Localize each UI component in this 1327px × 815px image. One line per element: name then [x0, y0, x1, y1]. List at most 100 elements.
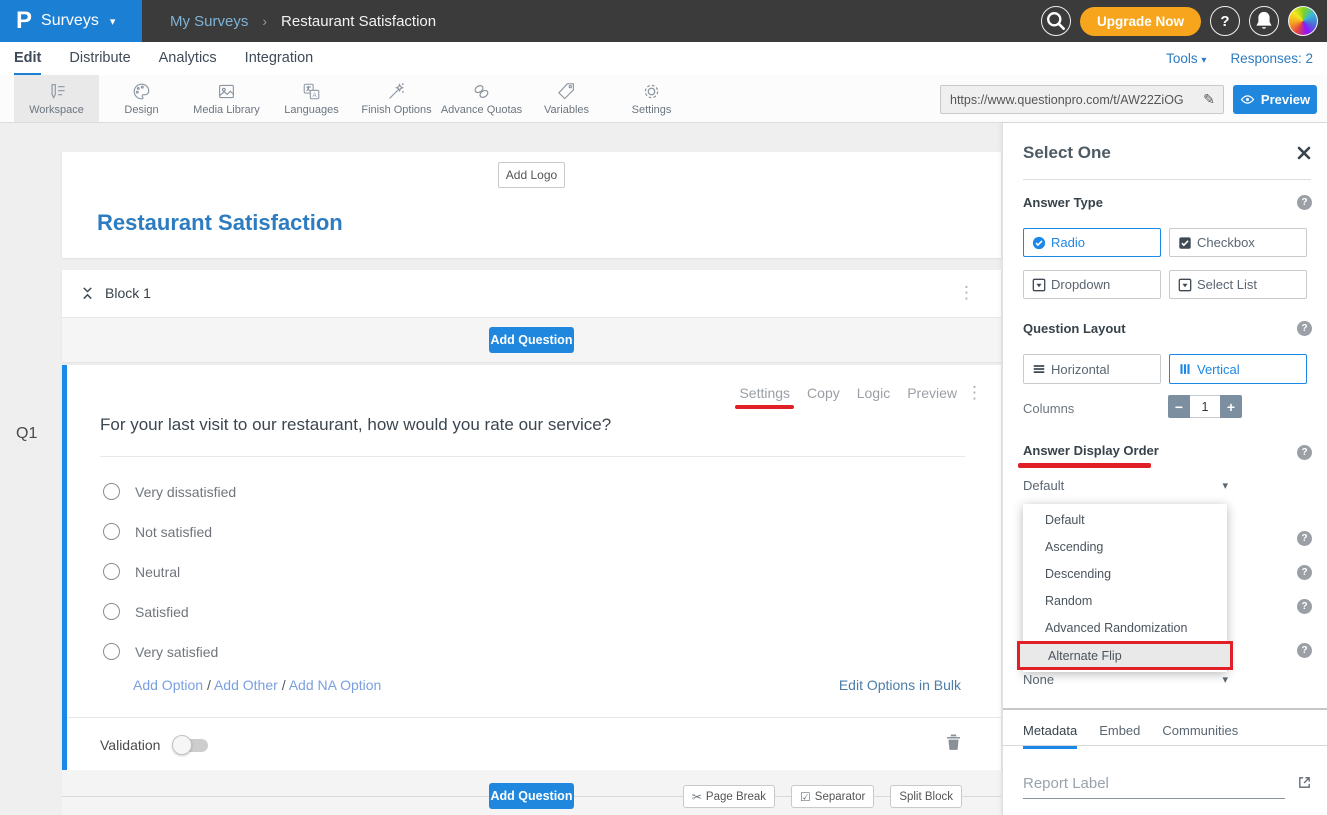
- answer-option-label[interactable]: Very dissatisfied: [135, 484, 236, 500]
- answer-type-dropdown[interactable]: Dropdown: [1023, 270, 1161, 299]
- tab-edit[interactable]: Edit: [14, 42, 41, 75]
- topbar: P Surveys ▾ My Surveys › Restaurant Sati…: [0, 0, 1327, 42]
- menu-item-advanced-randomization[interactable]: Advanced Randomization: [1023, 614, 1227, 641]
- tab-distribute[interactable]: Distribute: [69, 42, 130, 75]
- answer-type-option-label: Radio: [1051, 235, 1085, 250]
- page-break-button[interactable]: ✂ Page Break: [683, 785, 775, 808]
- collapse-block-icon[interactable]: [81, 285, 94, 306]
- upgrade-now-button[interactable]: Upgrade Now: [1080, 7, 1201, 36]
- responses-count[interactable]: Responses: 2: [1230, 51, 1313, 66]
- report-label-input[interactable]: [1023, 773, 1285, 799]
- tools-menu[interactable]: Tools ▾: [1166, 51, 1206, 66]
- answer-option-label[interactable]: Neutral: [135, 564, 180, 580]
- toolbar-item-workspace[interactable]: Workspace: [14, 75, 99, 122]
- answer-option-label[interactable]: Satisfied: [135, 604, 189, 620]
- help-icon[interactable]: ?: [1297, 643, 1312, 658]
- answer-display-order-select[interactable]: Default ▾: [1023, 478, 1228, 493]
- select-value: None: [1023, 672, 1054, 687]
- menu-item-random[interactable]: Random: [1023, 587, 1227, 614]
- delete-question-icon[interactable]: [946, 733, 961, 756]
- block-title[interactable]: Block 1: [105, 285, 151, 301]
- add-option-links: Add Option / Add Other / Add NA Option: [133, 677, 381, 693]
- separator-button[interactable]: ☑ Separator: [791, 785, 874, 808]
- toolbar-item-finish-options[interactable]: Finish Options: [354, 75, 439, 122]
- edit-options-in-bulk-link[interactable]: Edit Options in Bulk: [839, 677, 961, 693]
- add-na-option-link[interactable]: Add NA Option: [289, 677, 382, 693]
- question-menu-icon[interactable]: ⋮: [966, 383, 983, 403]
- answer-option-label[interactable]: Very satisfied: [135, 644, 218, 660]
- layout-vertical[interactable]: Vertical: [1169, 354, 1307, 384]
- search-button[interactable]: [1041, 6, 1071, 36]
- toolbar-item-settings[interactable]: Settings: [609, 75, 694, 122]
- menu-item-ascending[interactable]: Ascending: [1023, 533, 1227, 560]
- help-icon[interactable]: ?: [1297, 599, 1312, 614]
- validation-toggle[interactable]: [174, 739, 208, 752]
- split-block-button[interactable]: Split Block: [890, 785, 962, 808]
- radio-icon[interactable]: [103, 603, 120, 620]
- toolbar-item-advance-quotas[interactable]: Advance Quotas: [439, 75, 524, 122]
- menu-item-descending[interactable]: Descending: [1023, 560, 1227, 587]
- help-icon[interactable]: ?: [1297, 531, 1312, 546]
- tab-embed[interactable]: Embed: [1099, 723, 1140, 749]
- toolbar-item-variables[interactable]: Variables: [524, 75, 609, 122]
- breadcrumb: My Surveys › Restaurant Satisfaction: [170, 0, 436, 42]
- question-tab-copy[interactable]: Copy: [807, 385, 840, 401]
- help-button[interactable]: ?: [1210, 6, 1240, 36]
- answer-type-checkbox[interactable]: Checkbox: [1169, 228, 1307, 257]
- radio-icon[interactable]: [103, 643, 120, 660]
- add-logo-button[interactable]: Add Logo: [498, 162, 565, 188]
- help-icon[interactable]: ?: [1297, 565, 1312, 580]
- answer-type-radio[interactable]: Radio: [1023, 228, 1161, 257]
- dropdown-icon: [1032, 278, 1046, 292]
- help-icon[interactable]: ?: [1297, 321, 1312, 336]
- divider: [1003, 708, 1327, 710]
- preview-button[interactable]: Preview: [1233, 85, 1317, 114]
- question-tab-preview[interactable]: Preview: [907, 385, 957, 401]
- block-menu-icon[interactable]: ⋮: [958, 283, 975, 303]
- help-icon[interactable]: ?: [1297, 195, 1312, 210]
- layout-horizontal[interactable]: Horizontal: [1023, 354, 1161, 384]
- radio-icon[interactable]: [103, 483, 120, 500]
- decrement-button[interactable]: −: [1168, 395, 1190, 418]
- tab-communities[interactable]: Communities: [1162, 723, 1238, 749]
- tab-integration[interactable]: Integration: [245, 42, 314, 75]
- menu-item-alternate-flip[interactable]: Alternate Flip: [1017, 641, 1233, 670]
- select-list-icon: [1178, 278, 1192, 292]
- tab-analytics[interactable]: Analytics: [159, 42, 217, 75]
- radio-icon[interactable]: [103, 523, 120, 540]
- avatar[interactable]: [1288, 6, 1318, 36]
- answer-display-order-label: Answer Display Order: [1023, 443, 1159, 458]
- radio-icon[interactable]: [103, 563, 120, 580]
- columns-value[interactable]: [1190, 395, 1220, 418]
- add-question-button[interactable]: Add Question: [489, 327, 574, 353]
- increment-button[interactable]: +: [1220, 395, 1242, 418]
- product-label: Surveys: [41, 12, 99, 30]
- menu-item-default[interactable]: Default: [1023, 506, 1227, 533]
- add-option-link[interactable]: Add Option: [133, 677, 203, 693]
- notifications-button[interactable]: [1249, 6, 1279, 36]
- add-other-link[interactable]: Add Other: [214, 677, 278, 693]
- secondary-select[interactable]: None ▾: [1023, 672, 1228, 687]
- answer-option-label[interactable]: Not satisfied: [135, 524, 212, 540]
- bell-icon: [1250, 7, 1278, 35]
- survey-url-input[interactable]: [941, 93, 1195, 107]
- expand-icon[interactable]: [1297, 775, 1312, 795]
- editor-toolbar-items: Workspace Design Media Library A Languag…: [14, 75, 694, 122]
- block-header: Block 1 ⋮: [62, 270, 1001, 318]
- toolbar-item-design[interactable]: Design: [99, 75, 184, 122]
- question-text[interactable]: For your last visit to our restaurant, h…: [100, 415, 611, 435]
- toolbar-item-media-library[interactable]: Media Library: [184, 75, 269, 122]
- toolbar-label: Advance Quotas: [441, 104, 522, 116]
- toolbar-item-languages[interactable]: A Languages: [269, 75, 354, 122]
- help-icon[interactable]: ?: [1297, 445, 1312, 460]
- edit-url-icon[interactable]: ✎: [1195, 91, 1223, 108]
- question-tab-settings[interactable]: Settings: [739, 385, 790, 401]
- add-question-button-bottom[interactable]: Add Question: [489, 783, 574, 809]
- tab-metadata[interactable]: Metadata: [1023, 723, 1077, 749]
- breadcrumb-my-surveys[interactable]: My Surveys: [170, 13, 248, 30]
- answer-type-select-list[interactable]: Select List: [1169, 270, 1307, 299]
- product-switcher[interactable]: P Surveys ▾: [0, 0, 142, 42]
- close-icon[interactable]: [1297, 146, 1311, 165]
- survey-title[interactable]: Restaurant Satisfaction: [97, 210, 343, 236]
- question-tab-logic[interactable]: Logic: [857, 385, 890, 401]
